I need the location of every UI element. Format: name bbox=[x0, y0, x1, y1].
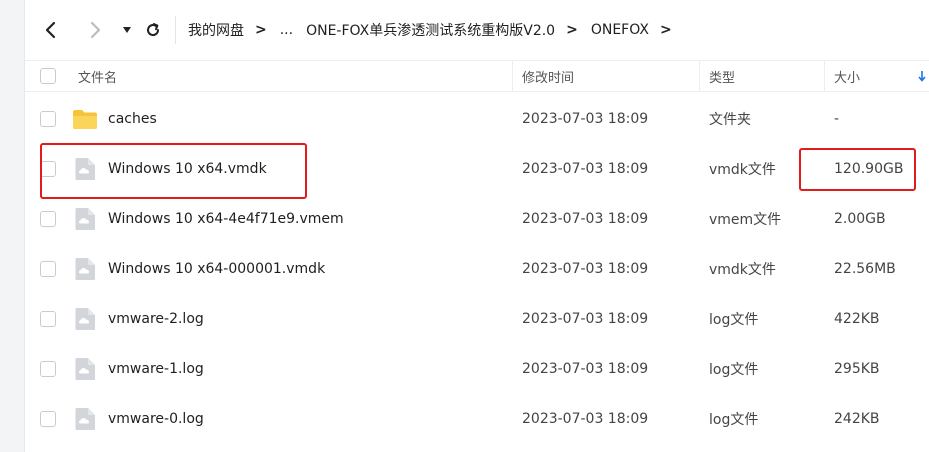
file-row[interactable]: Windows 10 x64-000001.vmdk 2023-07-03 18:… bbox=[25, 244, 929, 294]
file-type: log文件 bbox=[709, 412, 759, 428]
file-icon bbox=[70, 294, 100, 344]
file-type: log文件 bbox=[709, 362, 759, 378]
breadcrumb: 我的网盘 > ... ONE-FOX单兵渗透测试系统重构版V2.0 > ONEF… bbox=[188, 20, 685, 40]
file-modified-time: 2023-07-03 18:09 bbox=[522, 411, 649, 427]
highlight-box-size bbox=[799, 148, 916, 191]
file-type: vmdk文件 bbox=[709, 162, 776, 178]
row-checkbox[interactable] bbox=[40, 344, 56, 394]
file-name[interactable]: vmware-1.log bbox=[108, 344, 204, 394]
breadcrumb-separator: > bbox=[255, 22, 267, 38]
breadcrumb-separator: > bbox=[659, 22, 672, 38]
column-header-name[interactable]: 文件名 bbox=[78, 61, 117, 91]
column-header-size[interactable]: 大小 bbox=[834, 61, 860, 91]
history-dropdown-button[interactable] bbox=[115, 12, 139, 48]
breadcrumb-item-root[interactable]: 我的网盘 bbox=[188, 20, 244, 40]
row-checkbox[interactable] bbox=[40, 94, 56, 144]
file-type: log文件 bbox=[709, 312, 759, 328]
sort-arrow-down-icon bbox=[918, 71, 926, 82]
file-type: vmem文件 bbox=[709, 212, 782, 228]
file-icon bbox=[70, 244, 100, 294]
file-size: 422KB bbox=[834, 311, 880, 327]
breadcrumb-item-current[interactable]: ONEFOX bbox=[591, 22, 649, 38]
file-name[interactable]: caches bbox=[108, 94, 157, 144]
file-name[interactable]: Windows 10 x64-4e4f71e9.vmem bbox=[108, 194, 344, 244]
file-table-header: 文件名 修改时间 类型 大小 bbox=[25, 60, 929, 92]
forward-button[interactable] bbox=[77, 12, 113, 48]
select-all-checkbox[interactable] bbox=[40, 61, 56, 91]
column-divider bbox=[824, 61, 825, 91]
file-row[interactable]: vmware-1.log 2023-07-03 18:09 log文件 295KB bbox=[25, 344, 929, 394]
file-row[interactable]: vmware-0.log 2023-07-03 18:09 log文件 242KB bbox=[25, 394, 929, 444]
back-button[interactable] bbox=[33, 12, 69, 48]
file-icon bbox=[70, 194, 100, 244]
file-size: 2.00GB bbox=[834, 211, 886, 227]
left-sidebar-edge bbox=[0, 0, 25, 452]
row-checkbox[interactable] bbox=[40, 194, 56, 244]
row-checkbox[interactable] bbox=[40, 244, 56, 294]
row-checkbox[interactable] bbox=[40, 394, 56, 444]
refresh-button[interactable] bbox=[139, 12, 167, 48]
refresh-icon bbox=[147, 23, 160, 36]
file-name[interactable]: Windows 10 x64-000001.vmdk bbox=[108, 244, 325, 294]
row-checkbox[interactable] bbox=[40, 294, 56, 344]
column-header-type[interactable]: 类型 bbox=[709, 61, 735, 91]
file-modified-time: 2023-07-03 18:09 bbox=[522, 261, 649, 277]
file-name[interactable]: vmware-0.log bbox=[108, 394, 204, 444]
file-icon bbox=[70, 394, 100, 444]
breadcrumb-separator: > bbox=[566, 22, 578, 38]
file-modified-time: 2023-07-03 18:09 bbox=[522, 361, 649, 377]
column-header-modified[interactable]: 修改时间 bbox=[522, 61, 574, 91]
file-modified-time: 2023-07-03 18:09 bbox=[522, 111, 649, 127]
sort-descending-button[interactable] bbox=[918, 61, 926, 91]
file-size: 295KB bbox=[834, 361, 880, 377]
file-row[interactable]: caches 2023-07-03 18:09 文件夹 - bbox=[25, 94, 929, 144]
navigation-toolbar: 我的网盘 > ... ONE-FOX单兵渗透测试系统重构版V2.0 > ONEF… bbox=[25, 0, 929, 60]
chevron-right-icon bbox=[90, 21, 101, 39]
chevron-left-icon bbox=[45, 21, 56, 39]
file-modified-time: 2023-07-03 18:09 bbox=[522, 311, 649, 327]
file-type: 文件夹 bbox=[709, 112, 751, 128]
highlight-box-filename bbox=[40, 143, 307, 199]
file-row[interactable]: Windows 10 x64-4e4f71e9.vmem 2023-07-03 1… bbox=[25, 194, 929, 244]
file-name[interactable]: vmware-2.log bbox=[108, 294, 204, 344]
file-size: - bbox=[834, 111, 840, 127]
file-size: 242KB bbox=[834, 411, 880, 427]
column-divider bbox=[699, 61, 700, 91]
breadcrumb-item-project[interactable]: ONE-FOX单兵渗透测试系统重构版V2.0 bbox=[306, 20, 555, 40]
file-modified-time: 2023-07-03 18:09 bbox=[522, 211, 649, 227]
caret-down-icon bbox=[123, 27, 131, 33]
breadcrumb-item-ellipsis[interactable]: ... bbox=[280, 22, 293, 38]
column-divider bbox=[512, 61, 513, 91]
file-row[interactable]: vmware-2.log 2023-07-03 18:09 log文件 422KB bbox=[25, 294, 929, 344]
toolbar-divider bbox=[175, 16, 176, 44]
file-icon bbox=[70, 344, 100, 394]
file-modified-time: 2023-07-03 18:09 bbox=[522, 161, 649, 177]
folder-icon bbox=[70, 94, 100, 144]
file-size: 22.56MB bbox=[834, 261, 896, 277]
file-type: vmdk文件 bbox=[709, 262, 776, 278]
